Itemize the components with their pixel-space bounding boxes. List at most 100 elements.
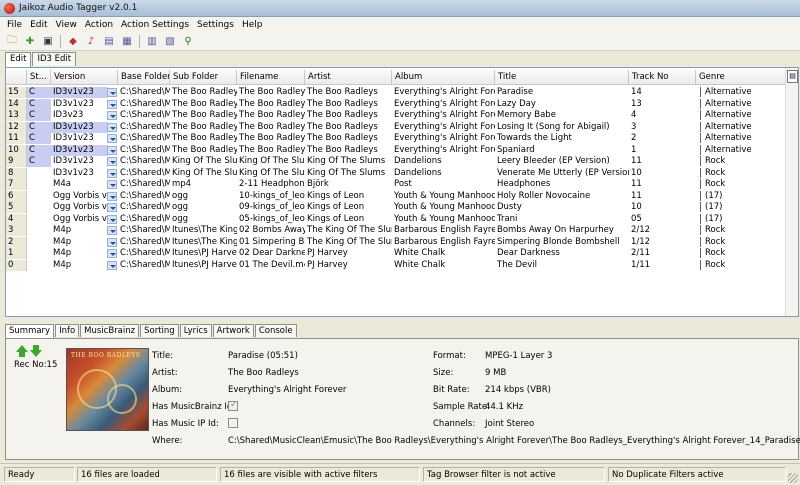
sub-folder-cell[interactable]: Itunes\PJ Harvey\ [170, 260, 237, 271]
sub-folder-cell[interactable]: mp4 [170, 179, 237, 190]
vertical-scrollbar[interactable]: ▤ [785, 68, 798, 316]
filename-cell[interactable]: 05-kings_of_leon- [237, 214, 305, 225]
track-no-cell[interactable]: 2/12 [629, 225, 696, 236]
base-folder-cell[interactable]: C:\Shared\Mu [118, 191, 170, 202]
album-cell[interactable]: Everything's Alright Forever [392, 133, 495, 144]
col-header-artist[interactable]: Artist [305, 70, 392, 85]
track-no-cell[interactable]: 13 [629, 99, 696, 110]
tab-artwork[interactable]: Artwork [212, 324, 254, 337]
version-cell[interactable]: ID3v1v23 [51, 87, 108, 98]
autocorrect-icon[interactable]: ▥ [144, 34, 160, 49]
base-folder-cell[interactable]: C:\Shared\Mu [118, 237, 170, 248]
filename-cell[interactable]: King Of The Slums [237, 168, 305, 179]
row-number[interactable]: 3 [6, 225, 27, 236]
add-folder-icon[interactable]: ✚ [22, 34, 38, 49]
version-dropdown-icon[interactable] [107, 180, 117, 189]
artist-cell[interactable]: The Boo Radleys [305, 99, 392, 110]
open-folder-icon[interactable]: 🗀 [4, 34, 20, 49]
col-header-title[interactable]: Title [495, 70, 629, 85]
table-row[interactable]: 10CID3v1v23 C:\Shared\MuThe Boo Radleys\E… [6, 144, 786, 156]
music-note-icon[interactable]: ♪ [83, 34, 99, 49]
track-no-cell[interactable]: 3 [629, 122, 696, 133]
version-dropdown-icon[interactable] [107, 122, 117, 132]
report-icon[interactable]: ▦ [119, 34, 135, 49]
artist-cell[interactable]: Björk [305, 179, 392, 190]
version-cell[interactable]: Ogg Vorbis v1 [51, 214, 108, 225]
track-no-cell[interactable]: 11 [629, 156, 696, 167]
track-no-cell[interactable]: 10 [629, 168, 696, 179]
album-cell[interactable]: Everything's Alright Forever [392, 99, 495, 110]
table-row[interactable]: 2 M4p C:\Shared\MuItunes\The King O01 Simp… [6, 236, 786, 248]
track-no-cell[interactable]: 2/11 [629, 248, 696, 259]
row-number[interactable]: 8 [6, 167, 27, 179]
base-folder-cell[interactable]: C:\Shared\Mu [118, 202, 170, 213]
menu-edit[interactable]: Edit [26, 20, 51, 30]
col-header-album[interactable]: Album [392, 70, 495, 85]
menu-file[interactable]: File [3, 20, 26, 30]
status-cell[interactable]: C [27, 133, 51, 144]
row-number[interactable]: 4 [6, 213, 27, 225]
artist-cell[interactable]: PJ Harvey [305, 248, 392, 259]
genre-cell[interactable]: Alternative [696, 145, 786, 156]
base-folder-cell[interactable]: C:\Shared\Mu [118, 133, 170, 144]
genre-cell[interactable]: Alternative [696, 133, 786, 144]
status-cell[interactable]: C [27, 98, 51, 110]
artist-cell[interactable]: Kings of Leon [305, 202, 392, 213]
version-cell[interactable]: Ogg Vorbis v1 [51, 202, 108, 213]
version-dropdown-icon[interactable] [107, 203, 117, 212]
title-cell[interactable]: Headphones [495, 179, 629, 190]
table-row[interactable]: 3 M4p C:\Shared\MuItunes\The King O02 Bomb… [6, 225, 786, 236]
previous-record-icon[interactable] [16, 345, 28, 357]
title-cell[interactable]: Paradise [495, 87, 629, 98]
title-cell[interactable]: Holy Roller Novocaine [495, 191, 629, 202]
row-number[interactable]: 11 [6, 133, 27, 144]
next-record-icon[interactable] [30, 345, 42, 357]
filename-cell[interactable]: 01 Simpering Blon [237, 237, 305, 248]
tab-sorting[interactable]: Sorting [140, 324, 179, 337]
artist-cell[interactable]: The Boo Radleys [305, 122, 392, 133]
genre-cell[interactable]: (17) [696, 214, 786, 225]
album-cell[interactable]: Dandelions [392, 156, 495, 167]
version-cell[interactable]: ID3v1v23 [51, 121, 108, 133]
album-cell[interactable]: Everything's Alright Forever [392, 145, 495, 156]
status-cell[interactable]: C [27, 156, 51, 167]
sub-folder-cell[interactable]: The Boo Radleys\E [170, 99, 237, 110]
version-cell[interactable]: M4p [51, 225, 108, 236]
version-cell[interactable]: ID3v23 [51, 110, 108, 121]
title-cell[interactable]: Venerate Me Utterly (EP Version) [495, 168, 629, 179]
row-number[interactable]: 13 [6, 110, 27, 121]
album-cell[interactable]: Everything's Alright Forever [392, 87, 495, 98]
sub-folder-cell[interactable]: The Boo Radleys\E [170, 145, 237, 156]
title-cell[interactable]: Bombs Away On Harpurhey [495, 225, 629, 236]
table-row[interactable]: 1 M4p C:\Shared\MuItunes\PJ Harvey\02 Dear… [6, 248, 786, 259]
status-cell[interactable] [27, 237, 51, 248]
artist-cell[interactable]: The King Of The Slums [305, 237, 392, 248]
artist-cell[interactable]: King Of The Slums [305, 168, 392, 179]
row-number[interactable]: 1 [6, 248, 27, 259]
version-dropdown-icon[interactable] [107, 134, 117, 143]
artist-cell[interactable]: King Of The Slums [305, 156, 392, 167]
splitter[interactable] [0, 318, 800, 322]
version-dropdown-icon[interactable] [107, 249, 117, 258]
sub-folder-cell[interactable]: Itunes\The King O [170, 237, 237, 248]
table-row[interactable]: 15CID3v1v23 C:\Shared\MuThe Boo Radleys\E… [6, 87, 786, 98]
sub-folder-cell[interactable]: The Boo Radleys\E [170, 110, 237, 121]
row-number[interactable]: 0 [6, 259, 27, 271]
status-cell[interactable] [27, 191, 51, 202]
title-cell[interactable]: Towards the Light [495, 133, 629, 144]
sub-folder-cell[interactable]: ogg [170, 191, 237, 202]
track-no-cell[interactable]: 2 [629, 133, 696, 144]
table-row[interactable]: 12CID3v1v23 C:\Shared\MuThe Boo Radleys\E… [6, 121, 786, 133]
menu-action-settings[interactable]: Action Settings [117, 20, 193, 30]
filename-cell[interactable]: 2-11 Headphones. [237, 179, 305, 190]
col-header-version[interactable]: Version [51, 70, 118, 85]
version-dropdown-icon[interactable] [107, 191, 117, 201]
version-dropdown-icon[interactable] [107, 88, 117, 97]
title-cell[interactable]: Memory Babe [495, 110, 629, 121]
genre-cell[interactable]: Rock [696, 156, 786, 167]
table-row[interactable]: 0 M4p C:\Shared\MuItunes\PJ Harvey\01 The … [6, 259, 786, 271]
col-header-row-number[interactable] [6, 70, 27, 85]
genre-cell[interactable]: (17) [696, 191, 786, 202]
base-folder-cell[interactable]: C:\Shared\Mu [118, 225, 170, 236]
genre-cell[interactable]: Rock [696, 237, 786, 248]
